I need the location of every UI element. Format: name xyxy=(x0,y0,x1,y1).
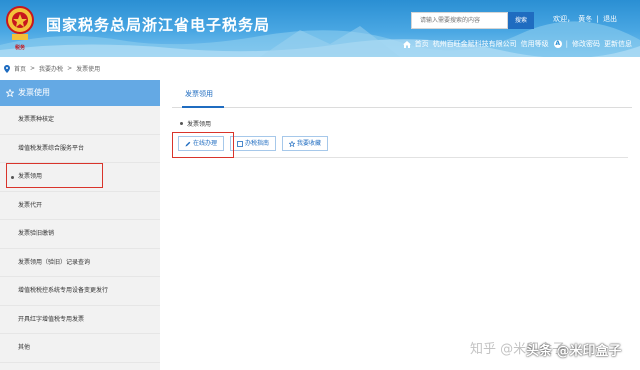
sidebar-header-label: 发票使用 xyxy=(18,88,50,97)
breadcrumb-separator: > xyxy=(30,65,36,72)
credit-level-label: 信用等级 xyxy=(520,40,549,48)
change-password-link[interactable]: 修改密码 xyxy=(572,39,600,49)
update-info-link[interactable]: 更新信息 xyxy=(604,39,632,49)
sidebar-item-red-invoice[interactable]: 开具红字增值税专用发票 xyxy=(0,306,160,334)
link-separator: | xyxy=(565,40,568,48)
home-icon xyxy=(402,40,411,48)
tab-active-indicator xyxy=(182,106,224,108)
favorite-label: 我要收藏 xyxy=(297,140,322,147)
site-title: 国家税务总局浙江省电子税务局 xyxy=(46,16,271,34)
breadcrumb-tax[interactable]: 我要办税 xyxy=(39,64,63,73)
link-separator: | xyxy=(596,15,599,23)
sidebar-item-claim-record[interactable]: 发票领用（验旧）记录查询 xyxy=(0,249,160,277)
breadcrumb-separator: > xyxy=(67,65,73,72)
tab-bar: 发票领用 xyxy=(172,80,632,108)
sidebar-item-ticket-type[interactable]: 发票票种核定 xyxy=(0,106,160,135)
tax-emblem-icon xyxy=(6,6,34,40)
search-button[interactable]: 搜索 xyxy=(508,12,534,29)
action-buttons: 在线办理 办税指南 我要收藏 xyxy=(178,136,628,158)
user-name[interactable]: 黄冬 xyxy=(578,15,592,23)
site-header: 税务 国家税务总局浙江省电子税务局 请输入需要搜索的内容 搜索 欢迎， 黄冬 |… xyxy=(0,0,640,57)
favorite-button[interactable]: 我要收藏 xyxy=(282,136,329,151)
highlight-box-online-button xyxy=(172,132,234,158)
home-link[interactable]: 首页 xyxy=(415,39,429,49)
guide-label: 办税指南 xyxy=(245,140,270,147)
sidebar-item-proxy-issue[interactable]: 发票代开 xyxy=(0,192,160,220)
highlight-box-sidebar xyxy=(6,163,103,188)
logout-link[interactable]: 退出 xyxy=(603,15,617,23)
bullet-icon xyxy=(180,122,183,125)
sidebar-header[interactable]: 发票使用 xyxy=(0,80,160,106)
section-heading-text: 发票领用 xyxy=(187,121,212,128)
search-input[interactable]: 请输入需要搜索的内容 xyxy=(411,12,508,29)
star-icon xyxy=(6,89,14,97)
header-nav: 首页 杭州百旺金赋科技有限公司 信用等级 A | 修改密码 更新信息 xyxy=(402,39,632,49)
guide-button[interactable]: 办税指南 xyxy=(230,136,277,151)
sidebar-item-device-change[interactable]: 增值税税控系统专用设备变更发行 xyxy=(0,277,160,306)
section-heading: 发票领用 xyxy=(180,119,211,128)
user-links: 欢迎， 黄冬 | 退出 xyxy=(553,14,619,24)
sidebar-item-verify-cancel[interactable]: 发票验旧缴销 xyxy=(0,220,160,249)
breadcrumb: 首页 > 我要办税 > 发票使用 xyxy=(4,64,100,73)
tab-invoice-claim[interactable]: 发票领用 xyxy=(185,89,213,99)
sidebar-item-vat-platform[interactable]: 增值税发票综合服务平台 xyxy=(0,135,160,163)
main-panel: 发票领用 发票领用 在线办理 办税指南 我要收藏 xyxy=(172,80,632,158)
credit-level-badge: A xyxy=(553,40,562,48)
sidebar-item-other[interactable]: 其他 xyxy=(0,334,160,363)
emblem-label: 税务 xyxy=(14,45,25,51)
sidebar: 发票使用 发票票种核定 增值税发票综合服务平台 发票领用 发票代开 发票验旧缴销… xyxy=(0,80,160,370)
breadcrumb-current: 发票使用 xyxy=(76,66,101,73)
location-pin-icon xyxy=(4,64,10,73)
breadcrumb-home[interactable]: 首页 xyxy=(14,64,26,73)
welcome-text: 欢迎， xyxy=(553,15,574,23)
company-name[interactable]: 杭州百旺金赋科技有限公司 xyxy=(433,39,517,49)
watermark-toutiao: 头条 @米印盒子 xyxy=(526,344,622,359)
document-icon xyxy=(237,140,243,147)
star-outline-icon xyxy=(289,140,296,147)
